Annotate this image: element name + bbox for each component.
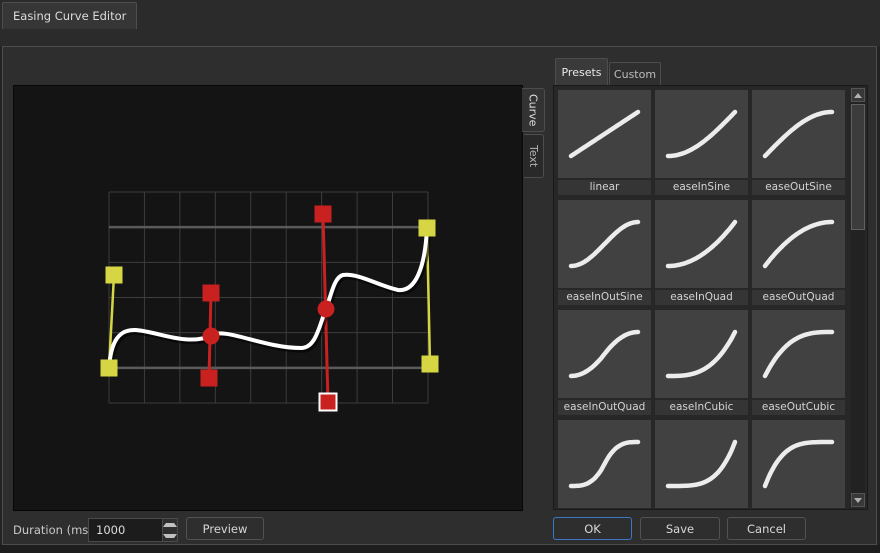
preset-label: easeInCubic: [655, 400, 748, 415]
duration-value[interactable]: 1000: [89, 519, 162, 541]
preset-item[interactable]: easeInQuad: [655, 200, 748, 305]
preset-item[interactable]: [655, 420, 748, 510]
cancel-button[interactable]: Cancel: [727, 517, 806, 540]
tab-easing-curve-editor[interactable]: Easing Curve Editor: [2, 2, 137, 29]
arrow-down-icon: [163, 534, 177, 538]
arrow-down-icon: [854, 498, 862, 503]
preset-label: easeOutSine: [752, 180, 845, 195]
tab-custom[interactable]: Custom: [609, 62, 661, 85]
stepper-up-button[interactable]: [163, 519, 177, 530]
preset-item[interactable]: [752, 420, 845, 510]
easeOutCubic-curve-thumbnail: [752, 310, 845, 398]
preset-label: easeInOutSine: [558, 290, 651, 305]
easeOutQuad-curve-thumbnail: [752, 200, 845, 288]
preset-item[interactable]: easeInCubic: [655, 310, 748, 415]
tab-text-label: Text: [527, 145, 540, 167]
preset-label: easeInQuad: [655, 290, 748, 305]
preset-item[interactable]: easeInOutSine: [558, 200, 651, 305]
preset-item[interactable]: linear: [558, 90, 651, 195]
preset-list: linear easeInSine easeOutSine easeInOutSine…: [553, 85, 868, 510]
scrollbar-thumb[interactable]: [851, 104, 865, 230]
save-button[interactable]: Save: [640, 517, 720, 540]
tab-curve[interactable]: Curve: [522, 88, 545, 132]
preset-item[interactable]: easeInSine: [655, 90, 748, 195]
ok-button[interactable]: OK: [553, 517, 632, 540]
preset-label: easeOutCubic: [752, 400, 845, 415]
scroll-up-button[interactable]: [851, 88, 865, 102]
preset-label: easeInSine: [655, 180, 748, 195]
preset-item[interactable]: easeOutCubic: [752, 310, 845, 415]
easeInOutCubic-curve-thumbnail: [558, 420, 651, 508]
duration-stepper: [162, 519, 177, 541]
easeInSine-curve-thumbnail: [655, 90, 748, 178]
preview-button[interactable]: Preview: [186, 517, 264, 540]
preset-item[interactable]: easeInOutQuad: [558, 310, 651, 415]
duration-label: Duration (ms): [13, 523, 93, 537]
easeInQuad-curve-thumbnail: [655, 200, 748, 288]
preset-item[interactable]: easeOutQuad: [752, 200, 845, 305]
preset-label: easeOutQuad: [752, 290, 845, 305]
arrow-up-icon: [854, 93, 862, 98]
scroll-down-button[interactable]: [851, 493, 865, 507]
window-bottom-edge: [0, 545, 880, 553]
easeInOutQuad-curve-thumbnail: [558, 310, 651, 398]
easeOutSine-curve-thumbnail: [752, 90, 845, 178]
preset-label: linear: [558, 180, 651, 195]
tab-text[interactable]: Text: [524, 134, 544, 178]
duration-spinbox[interactable]: 1000: [88, 518, 178, 542]
tab-presets-label: Presets: [561, 66, 601, 79]
easeOutQuart-curve-thumbnail: [752, 420, 845, 508]
tab-custom-label: Custom: [614, 68, 656, 81]
window-tab-bar: Easing Curve Editor: [0, 0, 880, 46]
easeInOutSine-curve-thumbnail: [558, 200, 651, 288]
preset-item[interactable]: easeOutSine: [752, 90, 845, 195]
tab-title: Easing Curve Editor: [13, 9, 126, 23]
tab-curve-label: Curve: [527, 94, 540, 126]
scrollbar[interactable]: [851, 88, 865, 507]
arrow-up-icon: [163, 523, 177, 527]
curve-canvas[interactable]: [13, 85, 523, 511]
stepper-down-button[interactable]: [163, 530, 177, 541]
preset-label: easeInOutQuad: [558, 400, 651, 415]
easeInCubic-curve-thumbnail: [655, 310, 748, 398]
linear-curve-thumbnail: [558, 90, 651, 178]
tab-presets[interactable]: Presets: [555, 58, 608, 85]
preset-item[interactable]: [558, 420, 651, 510]
easeInQuart-curve-thumbnail: [655, 420, 748, 508]
